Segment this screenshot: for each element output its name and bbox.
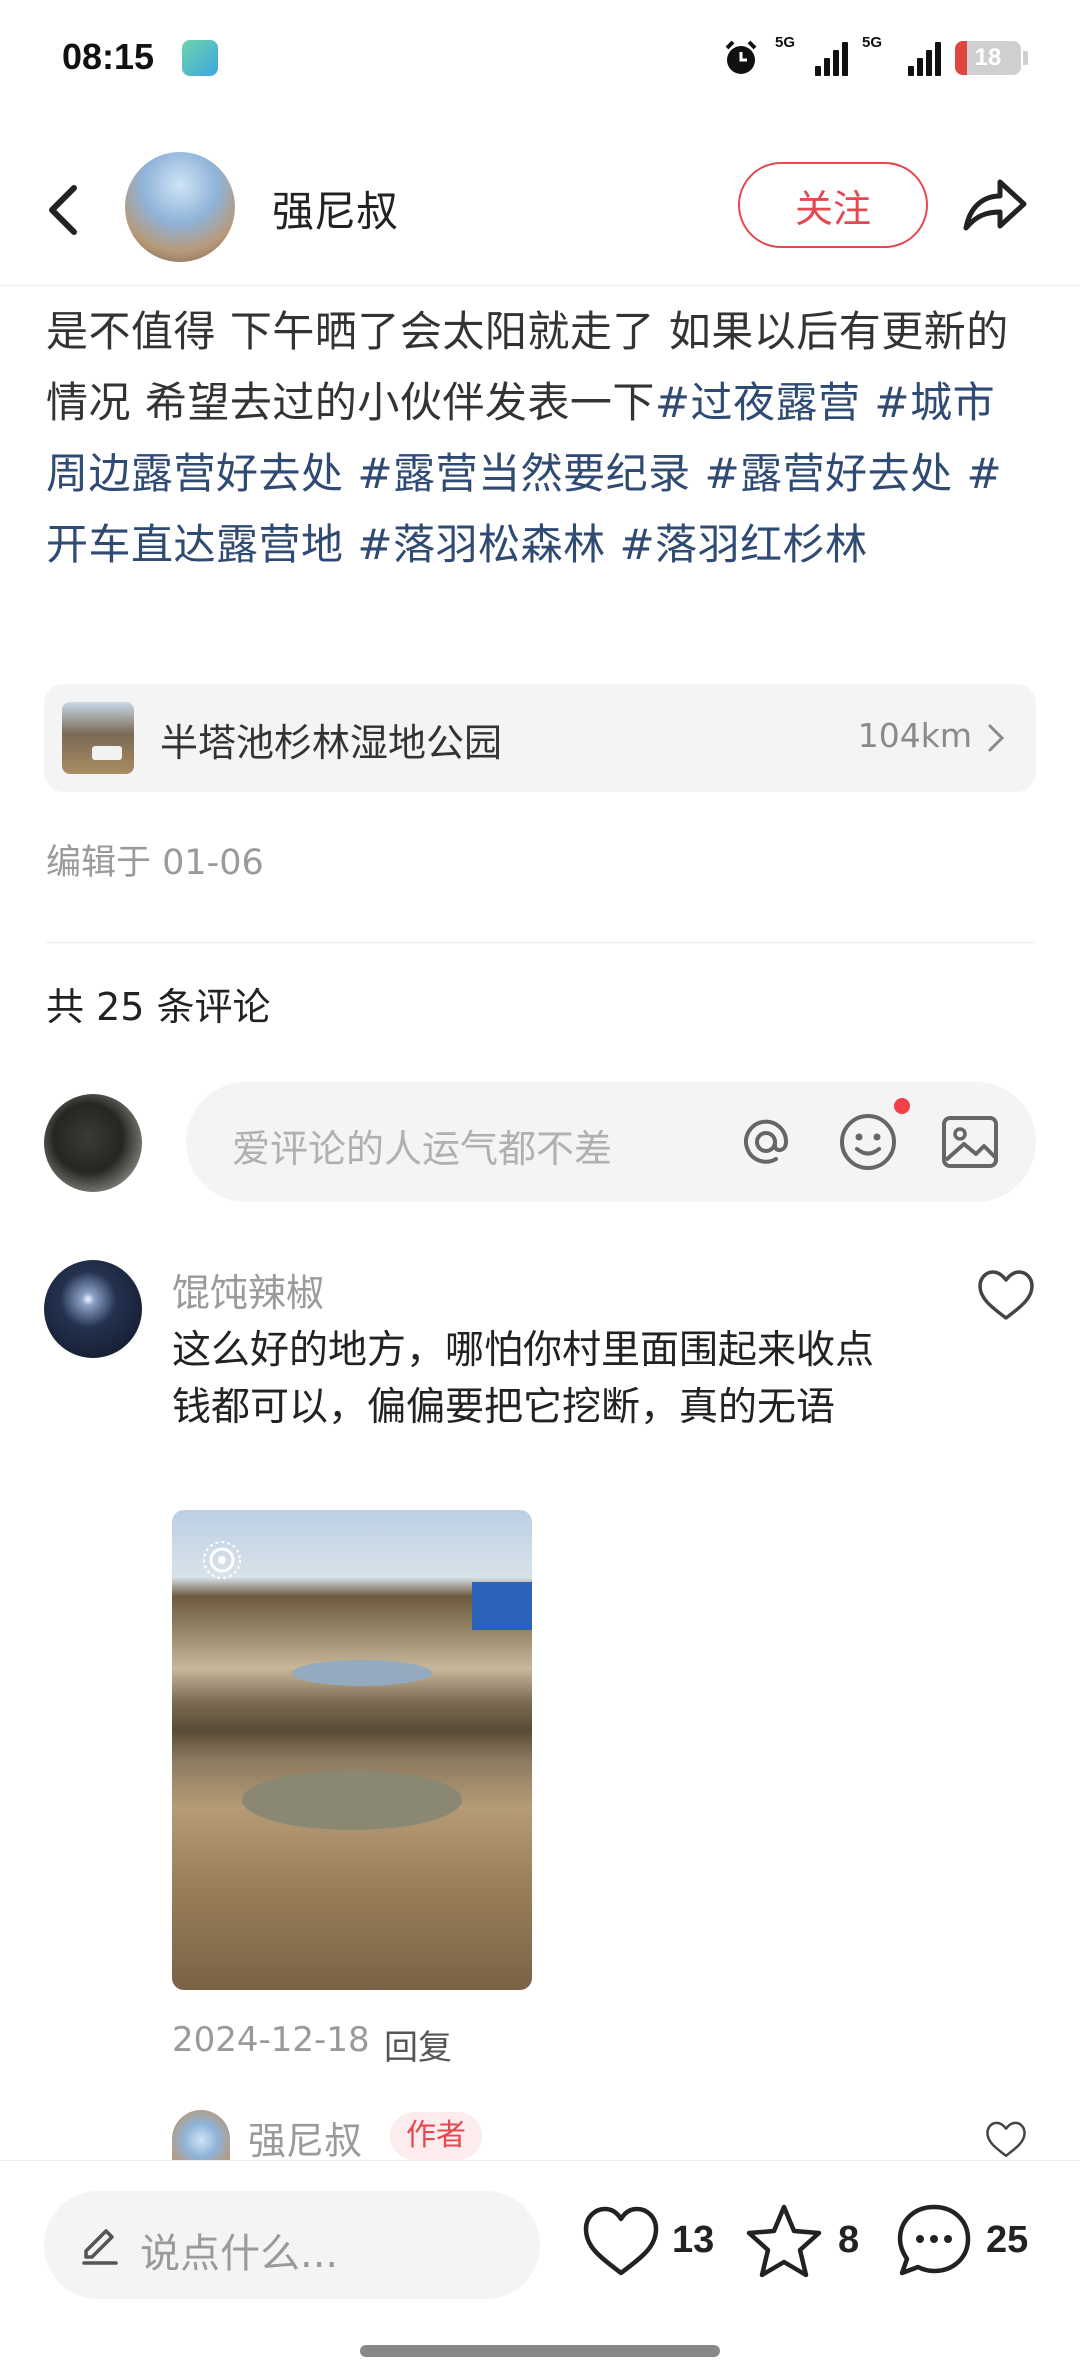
at-mention-icon[interactable]	[734, 1110, 798, 1174]
like-icon[interactable]	[582, 2205, 660, 2279]
home-indicator	[360, 2345, 720, 2357]
star-count: 8	[838, 2219, 860, 2261]
chevron-right-icon	[988, 724, 1005, 752]
post-text	[344, 520, 358, 569]
hashtag-link[interactable]: #落羽红杉林	[619, 520, 867, 569]
location-card[interactable]: 半塔池杉林湿地公园 104km	[44, 684, 1036, 792]
post-text	[606, 520, 620, 569]
location-thumbnail	[62, 702, 134, 774]
signal-icon-2: 5G	[862, 34, 941, 76]
comment-total-count: 25	[986, 2219, 1029, 2261]
post-content: 是不值得 下午晒了会太阳就走了 如果以后有更新的情况 希望去过的小伙伴发表一下#…	[46, 296, 1036, 580]
status-time: 08:15	[62, 36, 155, 77]
hashtag-link[interactable]: #露营当然要纪录	[357, 449, 690, 498]
comment-image[interactable]	[172, 1510, 532, 1990]
hashtag-link[interactable]: #露营好去处	[704, 449, 952, 498]
location-distance: 104km	[857, 716, 972, 755]
battery-icon: 18	[955, 41, 1021, 75]
follow-button[interactable]: 关注	[738, 162, 928, 248]
reply-like-icon[interactable]	[976, 2120, 1036, 2160]
divider	[46, 942, 1036, 943]
comment-text: 这么好的地方，哪怕你村里面围起来收点钱都可以，偏偏要把它挖断，真的无语	[172, 1328, 875, 1430]
status-right-icons: 5G 5G 18	[721, 34, 1028, 80]
alarm-icon	[725, 40, 757, 74]
battery-level: 18	[974, 44, 1002, 71]
app-notification-icon	[182, 40, 218, 76]
post-text	[691, 449, 705, 498]
post-text	[344, 449, 358, 498]
emoji-icon[interactable]	[836, 1110, 900, 1174]
reply-author-avatar[interactable]	[172, 2110, 230, 2160]
notification-dot	[894, 1098, 910, 1114]
share-icon[interactable]	[958, 168, 1030, 240]
comment-input-placeholder: 爱评论的人运气都不差	[232, 1127, 613, 1171]
bottom-action-bar: 说点什么... 13 8 25	[0, 2160, 1080, 2376]
comment-count: 共 25 条评论	[46, 985, 271, 1029]
reply-button[interactable]: 回复	[384, 2020, 452, 2069]
pen-icon	[82, 2229, 118, 2265]
post-header: 强尼叔 关注	[0, 140, 1080, 286]
status-bar: 08:15 5G 5G 18	[0, 0, 1080, 120]
signal-icon-1: 5G	[775, 34, 848, 76]
edited-date: 编辑于 01-06	[46, 843, 264, 883]
comment-input[interactable]: 爱评论的人运气都不差	[186, 1082, 1036, 1202]
comment-icon[interactable]	[894, 2201, 974, 2281]
live-photo-icon	[203, 1541, 241, 1579]
author-badge: 作者	[390, 2112, 482, 2160]
post-text	[953, 449, 967, 498]
back-arrow-icon[interactable]	[40, 170, 90, 250]
reply-author-name[interactable]: 强尼叔	[248, 2110, 362, 2165]
star-icon[interactable]	[744, 2201, 824, 2281]
bottom-input-placeholder: 说点什么...	[140, 2231, 339, 2277]
my-avatar	[44, 1094, 142, 1192]
comment-date: 2024-12-18	[172, 2020, 370, 2060]
author-avatar[interactable]	[125, 152, 235, 262]
hashtag-link[interactable]: #落羽松森林	[357, 520, 605, 569]
like-count: 13	[672, 2219, 715, 2261]
commenter-avatar[interactable]	[44, 1260, 142, 1358]
author-name[interactable]: 强尼叔	[272, 178, 398, 239]
commenter-name[interactable]: 馄饨辣椒	[172, 1262, 324, 1317]
post-text	[861, 378, 875, 427]
location-name: 半塔池杉林湿地公园	[160, 721, 503, 765]
hashtag-link[interactable]: #过夜露营	[655, 378, 861, 427]
comment-like-icon[interactable]	[976, 1268, 1036, 1324]
bottom-comment-input[interactable]: 说点什么...	[44, 2191, 540, 2299]
image-icon[interactable]	[938, 1110, 1002, 1174]
